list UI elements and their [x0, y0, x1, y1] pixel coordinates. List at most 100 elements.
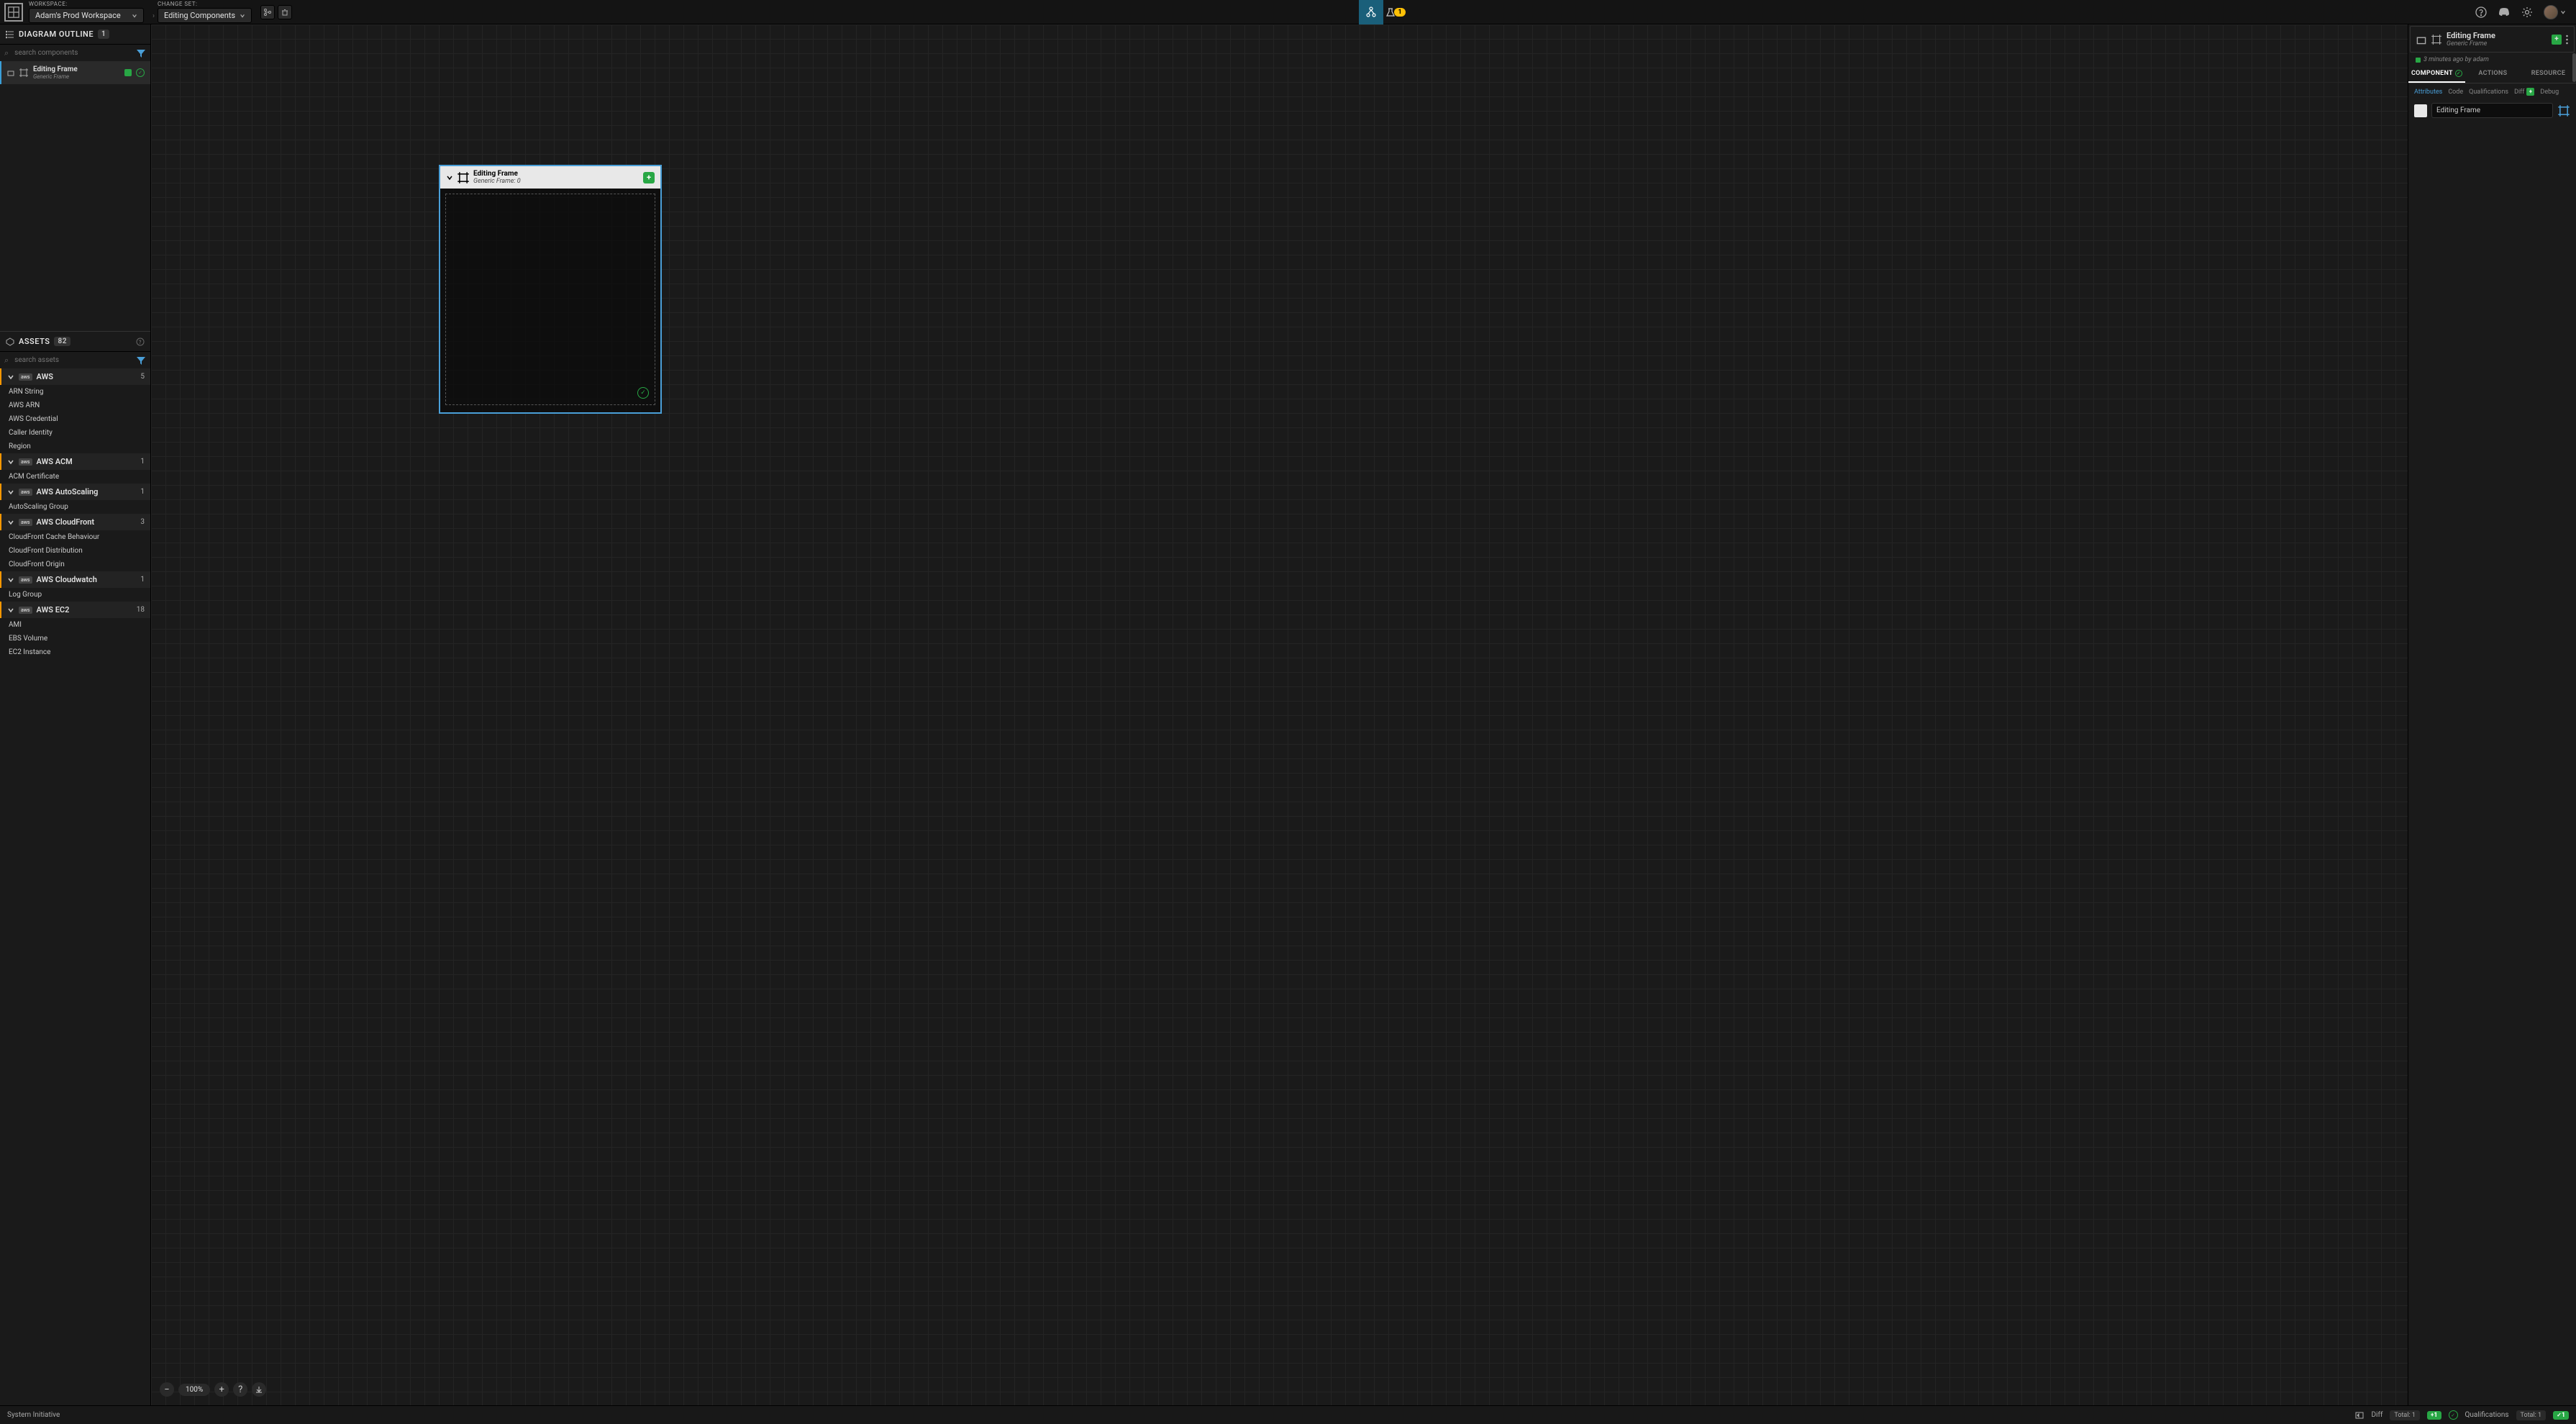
asset-category[interactable]: awsAWS CloudFront3	[0, 514, 150, 530]
discord-icon[interactable]	[2498, 6, 2511, 19]
asset-item[interactable]: EC2 Instance	[0, 645, 150, 659]
diff-label[interactable]: Diff	[2371, 1411, 2382, 1419]
assets-search-input[interactable]	[12, 354, 133, 366]
frame-drop-zone[interactable]: ✓	[445, 194, 655, 405]
component-name-input[interactable]	[2431, 103, 2553, 118]
avatar	[2544, 5, 2558, 19]
category-count: 1	[140, 458, 145, 466]
scrollbar[interactable]	[2572, 53, 2576, 82]
outline-item-subtitle: Generic Frame	[33, 73, 120, 80]
tab-component[interactable]: COMPONENT ✓	[2408, 65, 2465, 83]
frame-editing-frame[interactable]: Editing Frame Generic Frame: 0 + ✓	[439, 165, 662, 414]
aws-badge: aws	[19, 519, 32, 526]
outline-item-editing-frame[interactable]: Editing Frame Generic Frame ✓	[0, 61, 150, 84]
plus-icon: +	[2526, 88, 2534, 96]
diff-icon[interactable]	[2355, 1412, 2364, 1419]
qual-total: Total: 1	[2516, 1410, 2547, 1420]
svg-text:?: ?	[139, 340, 142, 345]
check-icon: ✓	[2455, 70, 2462, 77]
asset-item[interactable]: CloudFront Origin	[0, 558, 150, 571]
lab-tab[interactable]: 1	[1383, 0, 1408, 24]
diff-badge: +1	[2427, 1411, 2441, 1420]
asset-item[interactable]: EBS Volume	[0, 632, 150, 645]
merge-button[interactable]	[260, 5, 275, 19]
list-icon	[6, 30, 14, 39]
chevron-down-icon	[2560, 9, 2566, 15]
asset-category[interactable]: awsAWS5	[0, 368, 150, 385]
asset-category[interactable]: awsAWS Cloudwatch1	[0, 571, 150, 588]
subtab-diff[interactable]: Diff +	[2514, 88, 2534, 96]
right-panel: Editing Frame Generic Frame + 3 minutes …	[2408, 24, 2576, 1405]
search-icon: ⌕	[4, 355, 9, 366]
category-name: AWS Cloudwatch	[37, 575, 97, 584]
changeset-dropdown[interactable]: Editing Components	[158, 8, 252, 23]
changeset-name: Editing Components	[164, 11, 235, 20]
help-icon[interactable]	[2475, 6, 2488, 19]
asset-item[interactable]: ARN String	[0, 385, 150, 399]
asset-item[interactable]: ACM Certificate	[0, 470, 150, 484]
category-count: 18	[137, 606, 145, 614]
tab-actions[interactable]: ACTIONS	[2465, 65, 2521, 83]
chevron-down-icon[interactable]	[446, 174, 453, 181]
asset-item[interactable]: CloudFront Distribution	[0, 544, 150, 558]
asset-item[interactable]: AMI	[0, 618, 150, 632]
asset-item[interactable]: Region	[0, 440, 150, 453]
asset-item[interactable]: CloudFront Cache Behaviour	[0, 530, 150, 544]
zoom-level[interactable]: 100%	[178, 1384, 210, 1396]
frame-icon[interactable]	[2557, 104, 2570, 117]
outline-count: 1	[98, 30, 109, 39]
qualifications-label[interactable]: Qualifications	[2465, 1411, 2509, 1419]
filter-icon[interactable]	[136, 48, 146, 58]
outline-title: DIAGRAM OUTLINE	[19, 30, 94, 39]
subtab-attributes[interactable]: Attributes	[2414, 89, 2442, 96]
tab-resource[interactable]: RESOURCE	[2521, 65, 2576, 83]
search-icon: ⌕	[4, 48, 9, 58]
aws-badge: aws	[19, 489, 32, 496]
diagram-tab[interactable]	[1359, 0, 1383, 24]
asset-item[interactable]: AWS Credential	[0, 412, 150, 426]
asset-category[interactable]: awsAWS ACM1	[0, 453, 150, 470]
status-dot	[2416, 58, 2421, 63]
app-logo[interactable]	[4, 3, 23, 22]
asset-category[interactable]: awsAWS EC218	[0, 602, 150, 618]
gear-icon[interactable]	[2521, 6, 2534, 19]
user-menu[interactable]	[2544, 5, 2566, 19]
details-subtitle: Generic Frame	[2447, 40, 2547, 47]
asset-item[interactable]: AWS ARN	[0, 399, 150, 412]
outline-search-input[interactable]	[12, 47, 133, 59]
frame-subtitle: Generic Frame: 0	[473, 178, 640, 185]
subtab-qualifications[interactable]: Qualifications	[2469, 89, 2508, 96]
frame-header[interactable]: Editing Frame Generic Frame: 0 +	[440, 166, 660, 189]
delete-button[interactable]	[278, 5, 292, 19]
status-bar: System Initiative Diff Total: 1 +1 ✓ Qua…	[0, 1405, 2576, 1424]
help-button[interactable]: ?	[233, 1382, 247, 1397]
canvas[interactable]: Editing Frame Generic Frame: 0 + ✓ − 100…	[151, 24, 2408, 1405]
asset-item[interactable]: AutoScaling Group	[0, 500, 150, 514]
workspace-dropdown[interactable]: Adam's Prod Workspace	[29, 8, 144, 23]
category-name: AWS	[37, 372, 53, 381]
subtab-debug[interactable]: Debug	[2540, 89, 2559, 96]
aws-badge: aws	[19, 607, 32, 614]
download-button[interactable]	[252, 1382, 266, 1397]
asset-item[interactable]: Log Group	[0, 588, 150, 602]
chevron-down-icon	[7, 519, 14, 526]
chevron-down-icon	[132, 13, 137, 19]
color-swatch[interactable]	[2414, 104, 2427, 117]
aws-badge: aws	[19, 576, 32, 584]
qual-badge: ✓1	[2553, 1411, 2569, 1420]
add-button[interactable]: +	[2552, 35, 2562, 45]
add-button[interactable]: +	[643, 172, 655, 183]
subtab-code[interactable]: Code	[2448, 89, 2463, 96]
filter-icon[interactable]	[136, 355, 146, 366]
zoom-in-button[interactable]: +	[214, 1382, 229, 1397]
frame-title: Editing Frame	[473, 170, 640, 178]
asset-category[interactable]: awsAWS AutoScaling1	[0, 484, 150, 500]
kebab-menu-icon[interactable]	[2566, 35, 2568, 45]
zoom-out-button[interactable]: −	[160, 1382, 174, 1397]
asset-item[interactable]: Caller Identity	[0, 426, 150, 440]
check-icon: ✓	[136, 68, 145, 77]
chevron-down-icon	[7, 489, 14, 496]
component-type-icon	[7, 69, 14, 76]
category-name: AWS ACM	[37, 457, 73, 466]
help-icon[interactable]: ?	[136, 337, 145, 346]
